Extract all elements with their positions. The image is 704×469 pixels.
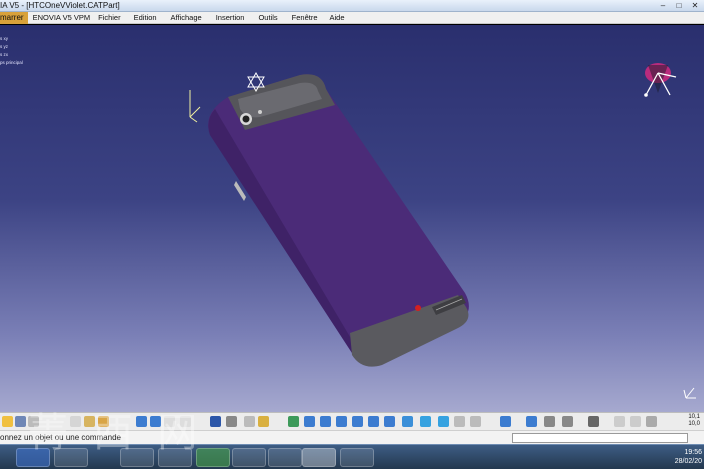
task-explorer[interactable]	[268, 448, 302, 467]
hide-icon[interactable]	[470, 416, 481, 427]
pointer-icon[interactable]	[244, 416, 255, 427]
system-clock[interactable]: 19:56 28/02/20	[675, 448, 702, 466]
close-button[interactable]: ✕	[688, 1, 702, 11]
command-input[interactable]	[512, 433, 688, 443]
menu-bar: marrer ENOVIA V5 VPM Fichier Edition Aff…	[0, 11, 704, 24]
clock-time: 19:56	[684, 449, 702, 456]
task-app[interactable]	[158, 448, 192, 467]
spiral-icon[interactable]	[614, 416, 625, 427]
window-controls: – □ ✕	[656, 1, 702, 11]
pan-icon[interactable]	[320, 416, 331, 427]
model-canvas	[189, 63, 696, 399]
compass-icon[interactable]	[644, 63, 677, 97]
menu-insertion[interactable]: Insertion	[216, 12, 245, 24]
task-spreadsheet[interactable]	[196, 448, 230, 467]
camera-icon[interactable]	[588, 416, 599, 427]
zoom-in-icon[interactable]	[352, 416, 363, 427]
iso-view-icon[interactable]	[402, 416, 413, 427]
task-word[interactable]	[16, 448, 50, 467]
catalog-icon[interactable]	[210, 416, 221, 427]
cut-icon[interactable]	[70, 416, 81, 427]
title-bar: IA V5 - [HTCOneVViolet.CATPart] – □ ✕	[0, 0, 704, 12]
menu-enovia[interactable]: ENOVIA V5 VPM	[33, 12, 91, 24]
3d-viewport[interactable]: s xy s yz s zx ps principal	[0, 25, 704, 412]
fly-mode-icon[interactable]	[288, 416, 299, 427]
fit-all-icon[interactable]	[304, 416, 315, 427]
select-icon[interactable]	[258, 416, 269, 427]
analysis-icon[interactable]	[526, 416, 537, 427]
phone-model[interactable]	[208, 74, 469, 367]
task-media[interactable]	[54, 448, 88, 467]
menu-outils[interactable]: Outils	[258, 12, 277, 24]
status-bar: onnez un objet ou une commande	[0, 430, 704, 444]
taskbar: 19:56 28/02/20	[0, 444, 704, 469]
axis-triad-icon	[189, 90, 201, 123]
hide-show-icon[interactable]	[438, 416, 449, 427]
menu-fichier[interactable]: Fichier	[98, 12, 121, 24]
status-message: onnez un objet ou une commande	[0, 433, 121, 442]
minimize-button[interactable]: –	[656, 1, 670, 11]
scale-bottom: 10,0	[688, 421, 700, 427]
undo-icon[interactable]	[136, 416, 147, 427]
clock-date: 28/02/20	[674, 458, 702, 465]
task-chrome[interactable]	[120, 448, 154, 467]
shading-icon[interactable]	[420, 416, 431, 427]
paste-icon[interactable]	[98, 416, 109, 427]
menu-edition[interactable]: Edition	[134, 12, 157, 24]
task-ie[interactable]	[232, 448, 266, 467]
normal-view-icon[interactable]	[384, 416, 395, 427]
open-icon[interactable]	[2, 416, 13, 427]
scale-top: 10,1	[688, 414, 700, 420]
measure-icon[interactable]	[226, 416, 237, 427]
menu-fenetre[interactable]: Fenêtre	[292, 12, 318, 24]
toolbar: 10,1 10,0	[0, 412, 704, 430]
window-title: IA V5 - [HTCOneVViolet.CATPart]	[0, 1, 120, 10]
swap-visible-icon[interactable]	[454, 416, 465, 427]
zoom-out-icon[interactable]	[368, 416, 379, 427]
formula-icon[interactable]	[164, 416, 175, 427]
lock-icon[interactable]	[646, 416, 657, 427]
rotate-icon[interactable]	[336, 416, 347, 427]
task-catia[interactable]	[302, 448, 336, 467]
view-mode-icon[interactable]	[630, 416, 641, 427]
scale-readout: 10,1 10,0	[688, 414, 700, 428]
menu-affichage[interactable]: Affichage	[171, 12, 202, 24]
menu-aide[interactable]: Aide	[330, 12, 345, 24]
copy-icon[interactable]	[84, 416, 95, 427]
save-icon[interactable]	[15, 416, 26, 427]
maximize-button[interactable]: □	[672, 1, 686, 11]
update-icon[interactable]	[500, 416, 511, 427]
help-icon[interactable]	[180, 416, 191, 427]
rotate-view-icon[interactable]	[544, 416, 555, 427]
menu-demarrer[interactable]: marrer	[0, 11, 28, 24]
axis-system-icon	[683, 387, 696, 399]
section-icon[interactable]	[562, 416, 573, 427]
print-icon[interactable]	[28, 416, 39, 427]
redo-icon[interactable]	[150, 416, 161, 427]
task-tool[interactable]	[340, 448, 374, 467]
